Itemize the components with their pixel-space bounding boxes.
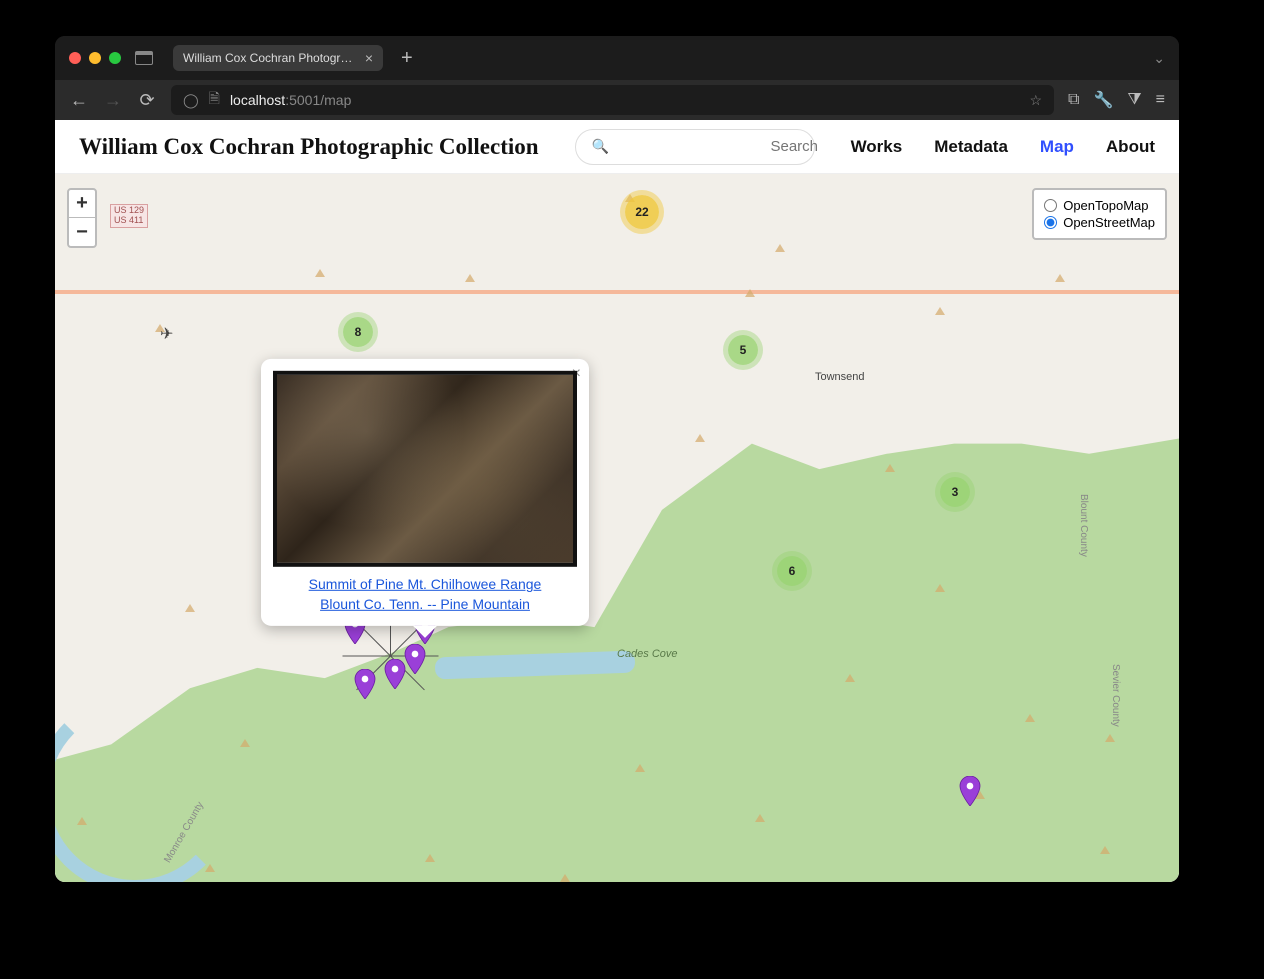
url-toolbar: ← → ⟳ ◯ 🗎 localhost:5001/map ☆ ⧉ 🔧 ⧩ ≡	[55, 80, 1179, 120]
search-input[interactable]	[619, 138, 818, 155]
reload-button[interactable]: ⟳	[137, 90, 157, 111]
site-header: William Cox Cochran Photographic Collect…	[55, 120, 1179, 174]
bookmark-star-icon[interactable]: ☆	[1029, 92, 1042, 109]
zoom-control: + −	[67, 188, 97, 248]
layer-label-opentopo: OpenTopoMap	[1063, 198, 1148, 213]
layer-label-osm: OpenStreetMap	[1063, 215, 1155, 230]
map-label-cades-cove: Cades Cove	[617, 648, 678, 660]
layer-option-osm[interactable]: OpenStreetMap	[1044, 215, 1155, 230]
window-titlebar: William Cox Cochran Photographic C × + ⌄	[55, 36, 1179, 80]
map-pin[interactable]	[959, 776, 981, 806]
layer-switcher[interactable]: OpenTopoMap OpenStreetMap	[1032, 188, 1167, 240]
menu-icon[interactable]: ≡	[1156, 91, 1165, 109]
browser-window: William Cox Cochran Photographic C × + ⌄…	[55, 36, 1179, 882]
close-window-button[interactable]	[69, 52, 81, 64]
popup-thumbnail[interactable]	[273, 371, 577, 567]
map-popup: × Summit of Pine Mt. Chilhowee Range Blo…	[261, 359, 589, 626]
cluster-marker-3[interactable]: 3	[940, 477, 970, 507]
tabs-dropdown-icon[interactable]: ⌄	[1153, 50, 1165, 67]
map-pin[interactable]	[384, 659, 406, 689]
zoom-in-button[interactable]: +	[69, 190, 95, 218]
cluster-marker-22[interactable]: 22	[625, 195, 659, 229]
popup-title-link[interactable]: Summit of Pine Mt. Chilhowee Range Bloun…	[273, 575, 577, 614]
maximize-window-button[interactable]	[109, 52, 121, 64]
nav-about[interactable]: About	[1106, 137, 1155, 157]
url-host: localhost:5001/map	[230, 92, 351, 108]
tab-close-icon[interactable]: ×	[365, 51, 373, 65]
map-label-blount-county: Blount County	[1078, 494, 1089, 557]
site-title[interactable]: William Cox Cochran Photographic Collect…	[79, 134, 539, 160]
layer-radio-opentopo[interactable]	[1044, 199, 1057, 212]
airplane-icon: ✈	[155, 324, 165, 332]
page-info-icon[interactable]: 🗎	[209, 88, 220, 112]
main-nav: Works Metadata Map About	[851, 137, 1155, 157]
window-controls	[69, 52, 121, 64]
forward-button[interactable]: →	[103, 90, 123, 111]
new-tab-button[interactable]: +	[401, 48, 413, 68]
map-pin[interactable]	[404, 644, 426, 674]
minimize-window-button[interactable]	[89, 52, 101, 64]
cluster-marker-6[interactable]: 6	[777, 556, 807, 586]
map-tiles: Townsend Cades Cove Blount County Sevier…	[55, 174, 1179, 882]
cluster-marker-8[interactable]: 8	[343, 317, 373, 347]
cluster-marker-5[interactable]: 5	[728, 335, 758, 365]
devtools-icon[interactable]: 🔧	[1093, 90, 1113, 110]
tab-title: William Cox Cochran Photographic C	[183, 51, 357, 65]
zoom-out-button[interactable]: −	[69, 218, 95, 246]
map-viewport[interactable]: Townsend Cades Cove Blount County Sevier…	[55, 174, 1179, 882]
route-sign-us129: US 129 US 411	[110, 204, 148, 228]
nav-metadata[interactable]: Metadata	[934, 137, 1008, 157]
page-content: William Cox Cochran Photographic Collect…	[55, 120, 1179, 882]
search-field[interactable]: 🔍	[575, 129, 815, 165]
nav-works[interactable]: Works	[851, 137, 903, 157]
tab-overview-icon[interactable]	[135, 51, 153, 65]
map-label-sevier-county: Sevier County	[1110, 664, 1121, 727]
map-label-townsend: Townsend	[815, 371, 865, 383]
layer-option-opentopo[interactable]: OpenTopoMap	[1044, 198, 1155, 213]
shield-icon: ◯	[183, 92, 199, 109]
browser-tab[interactable]: William Cox Cochran Photographic C ×	[173, 45, 383, 71]
address-bar[interactable]: ◯ 🗎 localhost:5001/map ☆	[171, 85, 1054, 115]
nav-map[interactable]: Map	[1040, 137, 1074, 157]
extensions-icon[interactable]: ⧩	[1127, 91, 1141, 109]
back-button[interactable]: ←	[69, 90, 89, 111]
map-pin[interactable]	[354, 669, 376, 699]
layer-radio-osm[interactable]	[1044, 216, 1057, 229]
search-icon: 🔍	[592, 138, 609, 155]
pocket-icon[interactable]: ⧉	[1068, 91, 1079, 109]
